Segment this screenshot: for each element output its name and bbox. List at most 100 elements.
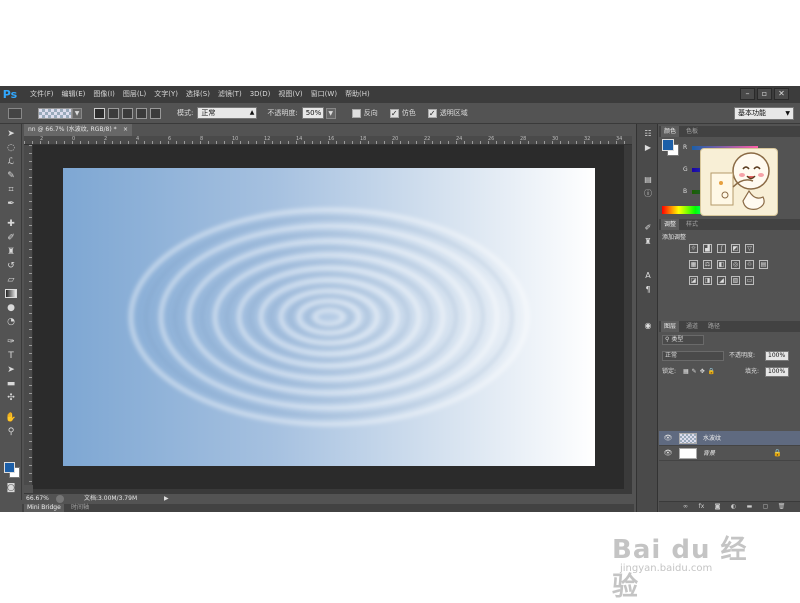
threshold-icon[interactable]: ◢ xyxy=(717,276,726,285)
eraser-tool-icon[interactable]: ▱ xyxy=(4,274,18,286)
menu-filter[interactable]: 滤镜(T) xyxy=(214,86,246,103)
dither-checkbox[interactable]: ✓ xyxy=(389,108,399,118)
tab-mini-bridge[interactable]: Mini Bridge xyxy=(24,504,64,512)
layer-row[interactable]: 👁 背景 🔒 xyxy=(659,446,800,461)
status-menu-arrow-icon[interactable]: ▶ xyxy=(164,494,169,504)
history-brush-tool-icon[interactable]: ↺ xyxy=(4,260,18,272)
gradient-tool-icon[interactable] xyxy=(4,288,18,300)
eyedropper-tool-icon[interactable]: ✒ xyxy=(4,198,18,210)
marquee-tool-icon[interactable]: ◌ xyxy=(4,142,18,154)
blur-tool-icon[interactable]: ● xyxy=(4,302,18,314)
tab-color[interactable]: 颜色 xyxy=(661,126,680,137)
menu-select[interactable]: 选择(S) xyxy=(182,86,214,103)
lock-icons[interactable]: ▦✎✥🔒 xyxy=(683,367,718,377)
minimize-button[interactable]: – xyxy=(740,88,755,100)
tab-adjustments[interactable]: 调整 xyxy=(661,219,680,230)
menu-layer[interactable]: 图层(L) xyxy=(119,86,150,103)
menu-image[interactable]: 图像(I) xyxy=(89,86,119,103)
healing-brush-tool-icon[interactable]: ✚ xyxy=(4,218,18,230)
gradient-preview[interactable] xyxy=(38,107,72,119)
zoom-tool-icon[interactable]: ⚲ xyxy=(4,426,18,438)
brush-tool-icon[interactable]: ✐ xyxy=(4,232,18,244)
channel-mixer-icon[interactable]: ♲ xyxy=(745,260,754,269)
lasso-tool-icon[interactable]: ℒ xyxy=(4,156,18,168)
color-lookup-icon[interactable]: ▤ xyxy=(759,260,768,269)
vertical-scrollbar[interactable] xyxy=(624,145,632,489)
reflected-gradient-button[interactable] xyxy=(136,107,147,119)
gradient-picker-dropdown[interactable]: ▼ xyxy=(72,107,82,119)
properties-panel-icon[interactable]: ▤ xyxy=(642,174,654,185)
tab-paths[interactable]: 路径 xyxy=(705,321,723,332)
radial-gradient-button[interactable] xyxy=(108,107,119,119)
document-canvas[interactable] xyxy=(63,168,595,466)
history-panel-icon[interactable]: ☷ xyxy=(642,128,654,139)
tab-swatches[interactable]: 色板 xyxy=(683,126,701,137)
canvas-pasteboard[interactable] xyxy=(33,145,632,489)
hand-tool-icon[interactable]: ✋ xyxy=(4,412,18,424)
menu-help[interactable]: 帮助(H) xyxy=(341,86,374,103)
tool-preset-picker[interactable] xyxy=(8,107,22,119)
new-layer-icon[interactable]: ▢ xyxy=(761,503,770,511)
reverse-checkbox[interactable] xyxy=(351,108,361,118)
curves-icon[interactable]: ∫ xyxy=(717,244,726,253)
path-select-tool-icon[interactable]: ➤ xyxy=(4,364,18,376)
vibrance-icon[interactable]: ▽ xyxy=(745,244,754,253)
actions-panel-icon[interactable]: ▶ xyxy=(642,142,654,153)
opacity-slider-button[interactable]: ▼ xyxy=(325,107,336,119)
zoom-level[interactable]: 66.67% xyxy=(26,494,49,504)
menu-3d[interactable]: 3D(D) xyxy=(246,86,275,103)
tab-channels[interactable]: 通道 xyxy=(683,321,701,332)
status-info-icon[interactable] xyxy=(56,495,64,503)
layer-row[interactable]: 👁 水波纹 xyxy=(659,431,800,446)
levels-icon[interactable]: ▟ xyxy=(703,244,712,253)
new-group-icon[interactable]: ▬ xyxy=(745,503,754,511)
dodge-tool-icon[interactable]: ◔ xyxy=(4,316,18,328)
tab-timeline[interactable]: 时间轴 xyxy=(68,504,92,512)
photo-filter-icon[interactable]: ◎ xyxy=(731,260,740,269)
black-white-icon[interactable]: ◧ xyxy=(717,260,726,269)
shape-tool-icon[interactable]: ▬ xyxy=(4,378,18,390)
blend-mode-select[interactable]: 正常 xyxy=(662,351,724,361)
visibility-eye-icon[interactable]: 👁 xyxy=(663,448,673,458)
delete-layer-icon[interactable]: 🗑 xyxy=(777,503,786,511)
invert-icon[interactable]: ◪ xyxy=(689,276,698,285)
clone-source-panel-icon[interactable]: ♜ xyxy=(642,236,654,247)
fill-input[interactable]: 100% xyxy=(765,367,789,377)
visibility-eye-icon[interactable]: 👁 xyxy=(663,433,673,443)
foreground-color-swatch[interactable] xyxy=(4,462,15,473)
close-button[interactable]: ✕ xyxy=(774,88,789,100)
menu-file[interactable]: 文件(F) xyxy=(26,86,58,103)
tab-styles[interactable]: 样式 xyxy=(683,219,701,230)
selective-color-icon[interactable]: ▧ xyxy=(731,276,740,285)
layer-filter-kind-select[interactable]: ⚲ 类型 xyxy=(662,335,704,345)
posterize-icon[interactable]: ◨ xyxy=(703,276,712,285)
exposure-icon[interactable]: ◩ xyxy=(731,244,740,253)
brightness-icon[interactable]: ☼ xyxy=(689,244,698,253)
info-panel-icon[interactable]: ⓘ xyxy=(642,188,654,199)
3d-tool-icon[interactable]: ✣ xyxy=(4,392,18,404)
transparency-checkbox[interactable]: ✓ xyxy=(427,108,437,118)
opacity-input[interactable]: 50% xyxy=(301,107,324,119)
color-balance-icon[interactable]: ⚖ xyxy=(703,260,712,269)
color-panel-foreground-swatch[interactable] xyxy=(662,139,674,151)
crop-tool-icon[interactable]: ⌗ xyxy=(4,184,18,196)
hue-saturation-icon[interactable]: ▦ xyxy=(689,260,698,269)
add-mask-icon[interactable]: ◙ xyxy=(713,503,722,511)
character-panel-icon[interactable]: A xyxy=(642,270,654,281)
workspace-select[interactable]: 基本功能 ▼ xyxy=(734,107,794,120)
gradient-map-icon[interactable]: ▭ xyxy=(745,276,754,285)
restore-button[interactable]: ▫ xyxy=(757,88,772,100)
close-doc-icon[interactable]: × xyxy=(123,124,128,136)
tool-presets-panel-icon[interactable]: ◉ xyxy=(642,320,654,331)
menu-view[interactable]: 视图(V) xyxy=(274,86,306,103)
new-adjustment-icon[interactable]: ◐ xyxy=(729,503,738,511)
quick-select-tool-icon[interactable]: ✎ xyxy=(4,170,18,182)
quick-mask-icon[interactable]: ◙ xyxy=(4,482,18,494)
angle-gradient-button[interactable] xyxy=(122,107,133,119)
move-tool-icon[interactable]: ➤ xyxy=(4,128,18,140)
menu-window[interactable]: 窗口(W) xyxy=(307,86,341,103)
tab-layers[interactable]: 图层 xyxy=(661,321,680,332)
paragraph-panel-icon[interactable]: ¶ xyxy=(642,284,654,295)
link-layers-icon[interactable]: ∞ xyxy=(681,503,690,511)
document-tab[interactable]: nn @ 66.7% (水波纹, RGB/8) * × xyxy=(24,124,132,136)
